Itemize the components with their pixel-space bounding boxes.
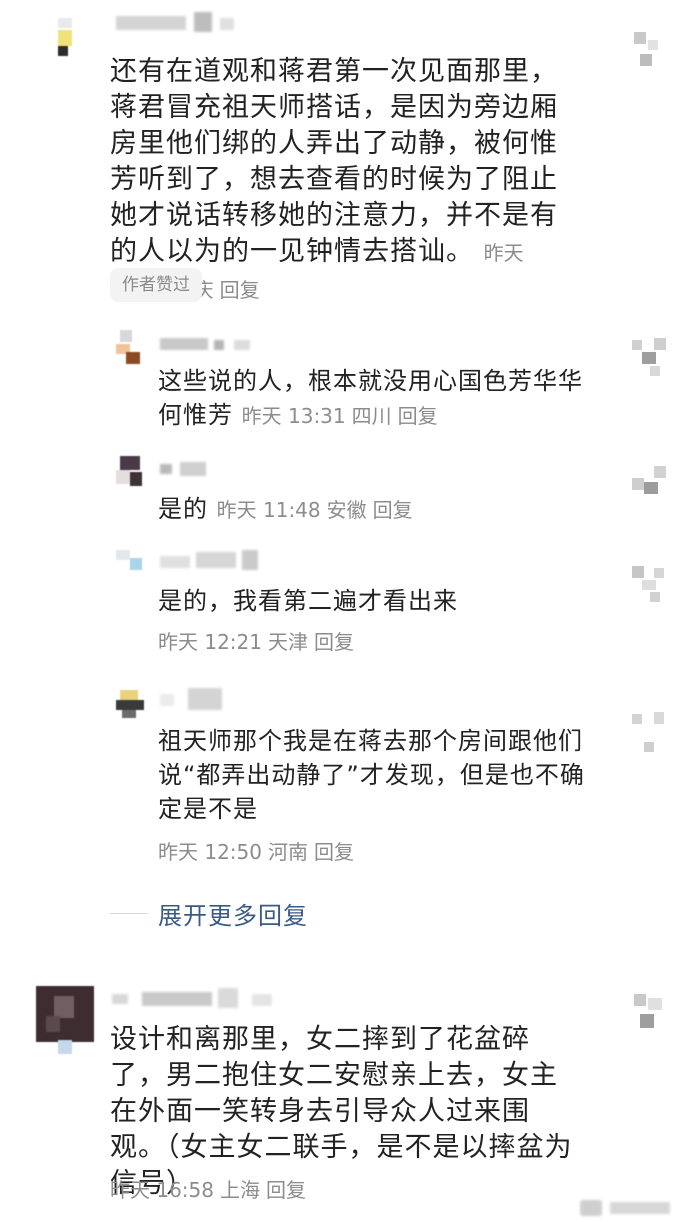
avatar[interactable] (116, 330, 146, 364)
like-icon[interactable] (634, 994, 668, 1038)
avatar[interactable] (116, 550, 146, 574)
expand-replies-label[interactable]: 展开更多回复 (158, 896, 308, 931)
reply-location: 天津 (268, 630, 308, 654)
comment-meta: 昨天 16:58 上海 回复 (110, 1176, 312, 1204)
comment-location: 上海 (220, 1178, 260, 1202)
reply-time: 昨天 12:50 (158, 840, 262, 864)
reply-text: 是的 昨天 11:48 安徽 回复 (158, 492, 598, 527)
comment-body: 还有在道观和蒋君第一次见面那里，蒋君冒充祖天师搭话，是因为旁边厢房里他们绑的人弄… (110, 56, 558, 267)
reply-button[interactable]: 回复 (314, 630, 354, 654)
reply-text: 祖天师那个我是在蒋去那个房间跟他们说“都弄出动静了”才发现，但是也不确定是不是 (158, 724, 598, 826)
expand-divider (110, 912, 148, 914)
reply-body: 祖天师那个我是在蒋去那个房间跟他们说“都弄出动静了”才发现，但是也不确定是不是 (158, 727, 585, 823)
like-icon[interactable] (632, 466, 666, 510)
avatar[interactable] (116, 690, 146, 720)
avatar[interactable] (116, 456, 146, 490)
reply-button[interactable]: 回复 (220, 278, 260, 302)
reply-meta: 昨天 12:50 河南 回复 (158, 838, 360, 866)
reply-time: 昨天 13:31 (241, 404, 346, 428)
reply-location: 河南 (268, 840, 308, 864)
comment-body: 设计和离那里，女二摔到了花盆碎了，男二抱住女二安慰亲上去，女主在外面一笑转身去引… (110, 1024, 573, 1199)
reply-meta: 昨天 13:31 四川 回复 (242, 404, 444, 428)
expand-replies-button[interactable]: 展开更多回复 (110, 896, 308, 930)
reply-text: 这些说的人，根本就没用心国色芳华华何惟芳 昨天 13:31 四川 回复 (158, 364, 598, 433)
reply-location: 四川 (351, 404, 392, 428)
reply-button[interactable]: 回复 (314, 840, 354, 864)
username-blurred[interactable] (160, 336, 260, 354)
avatar[interactable] (36, 986, 94, 1054)
watermark-blurred (580, 1196, 680, 1220)
reply-time: 昨天 12:21 (158, 630, 262, 654)
username-blurred[interactable] (116, 12, 236, 34)
username-blurred[interactable] (112, 986, 282, 1010)
username-blurred[interactable] (160, 460, 220, 478)
reply-location: 安徽 (326, 498, 367, 522)
like-icon[interactable] (632, 338, 666, 382)
like-icon[interactable] (632, 566, 666, 610)
reply-time: 昨天 11:48 (216, 498, 321, 522)
reply-text: 是的，我看第二遍才看出来 (158, 584, 598, 618)
author-liked-badge: 作者赞过 (110, 268, 202, 302)
username-blurred[interactable] (160, 686, 240, 714)
like-icon[interactable] (634, 32, 668, 76)
reply-button[interactable]: 回复 (373, 498, 413, 522)
reply-meta: 昨天 12:21 天津 回复 (158, 628, 360, 656)
reply-button[interactable]: 回复 (266, 1178, 306, 1202)
avatar[interactable] (52, 18, 78, 58)
username-blurred[interactable] (160, 550, 264, 574)
comment-time: 昨天 16:58 (110, 1178, 214, 1202)
reply-meta: 昨天 11:48 安徽 回复 (217, 498, 419, 522)
comment-text: 设计和离那里，女二摔到了花盆碎了，男二抱住女二安慰亲上去，女主在外面一笑转身去引… (110, 1022, 585, 1202)
reply-body: 是的 (158, 495, 208, 523)
reply-body: 是的，我看第二遍才看出来 (158, 587, 458, 615)
reply-button[interactable]: 回复 (398, 404, 438, 428)
like-icon[interactable] (632, 712, 666, 756)
